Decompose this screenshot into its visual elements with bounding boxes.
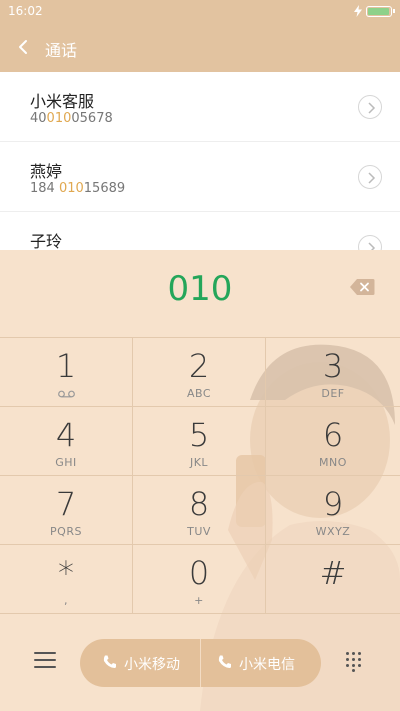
contact-item[interactable]: 子玲 xyxy=(0,212,400,252)
battery-icon xyxy=(366,5,395,17)
key-5[interactable]: 5 JKL xyxy=(133,407,266,476)
dialed-digits: 010 xyxy=(167,269,233,309)
dialer-actions: 小米移动 小米电信 xyxy=(0,616,400,711)
key-7[interactable]: 7 PQRS xyxy=(0,476,133,545)
chevron-right-icon xyxy=(368,102,376,114)
status-bar: 16:02 xyxy=(0,0,400,24)
dual-sim-call-buttons: 小米移动 小米电信 xyxy=(80,639,321,687)
key-1[interactable]: 1 xyxy=(0,338,133,407)
chevron-right-icon xyxy=(368,172,376,184)
call-sim1-button[interactable]: 小米移动 xyxy=(80,639,200,687)
status-icons xyxy=(354,5,395,17)
page-title: 通话 xyxy=(45,41,78,60)
matched-digits: 010 xyxy=(46,111,72,126)
contact-name: 小米客服 xyxy=(30,92,95,111)
backspace-button[interactable] xyxy=(349,278,375,296)
key-2[interactable]: 2 ABC xyxy=(133,338,266,407)
key-0[interactable]: 0 + xyxy=(133,545,266,614)
key-9[interactable]: 9 WXYZ xyxy=(266,476,400,545)
call-sim2-button[interactable]: 小米电信 xyxy=(201,639,321,687)
call-sim2-label: 小米电信 xyxy=(239,657,295,673)
keypad-toggle-button[interactable] xyxy=(346,652,364,672)
status-time: 16:02 xyxy=(8,4,43,18)
dialer-panel: 010 1 2 ABC 3 DEF 4 GHI 5 JKL 6 MNO 7 PQ… xyxy=(0,250,400,711)
key-hash[interactable]: # xyxy=(266,545,400,614)
contact-item[interactable]: 燕婷 184 01015689 xyxy=(0,142,400,212)
keypad: 1 2 ABC 3 DEF 4 GHI 5 JKL 6 MNO 7 PQRS 8… xyxy=(0,338,400,614)
contact-name: 燕婷 xyxy=(30,162,63,181)
app-bar: 通话 xyxy=(0,24,400,72)
voicemail-icon xyxy=(58,390,75,398)
phone-icon xyxy=(103,655,116,668)
key-6[interactable]: 6 MNO xyxy=(266,407,400,476)
contact-match-list: 小米客服 4001005678 燕婷 184 01015689 子玲 xyxy=(0,72,400,252)
contact-number: 184 01015689 xyxy=(30,181,126,196)
charging-icon xyxy=(354,5,362,17)
call-sim1-label: 小米移动 xyxy=(124,657,180,673)
contact-number: 4001005678 xyxy=(30,111,113,126)
back-button[interactable] xyxy=(14,35,34,59)
dialed-number-display: 010 xyxy=(0,250,400,338)
key-4[interactable]: 4 GHI xyxy=(0,407,133,476)
key-8[interactable]: 8 TUV xyxy=(133,476,266,545)
phone-icon xyxy=(218,655,231,668)
menu-button[interactable] xyxy=(34,652,56,670)
contact-details-button[interactable] xyxy=(358,165,382,189)
matched-digits: 010 xyxy=(58,181,84,196)
contact-name: 子玲 xyxy=(30,232,63,251)
key-3[interactable]: 3 DEF xyxy=(266,338,400,407)
contact-details-button[interactable] xyxy=(358,95,382,119)
contact-item[interactable]: 小米客服 4001005678 xyxy=(0,72,400,142)
key-star[interactable]: * , xyxy=(0,545,133,614)
